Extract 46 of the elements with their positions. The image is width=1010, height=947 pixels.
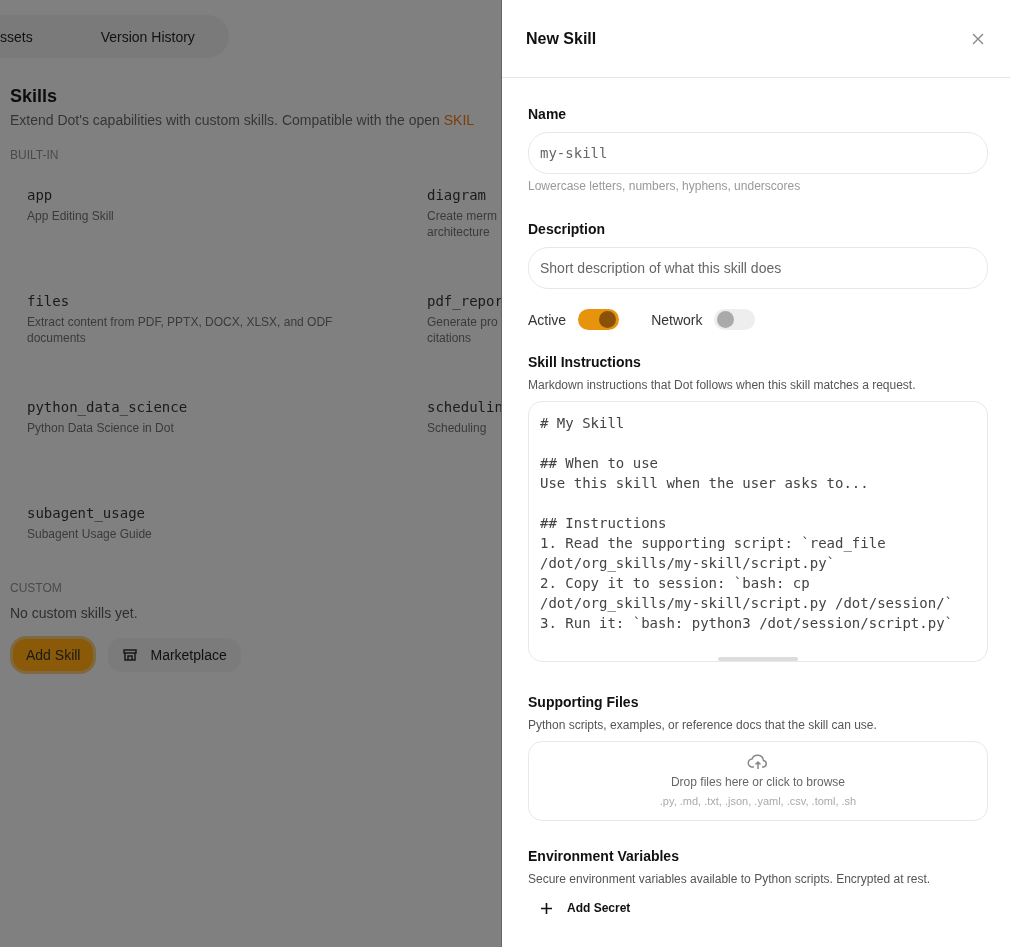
scrollbar[interactable] bbox=[718, 657, 798, 661]
page-title: Skills bbox=[10, 86, 59, 107]
toggle-switch[interactable] bbox=[578, 309, 620, 330]
section-hint: Secure environment variables available to Python scripts. Encrypted at rest. bbox=[528, 872, 932, 886]
skill-name[interactable]: diagram bbox=[427, 187, 501, 203]
skill-name[interactable]: schedulin bbox=[427, 399, 501, 415]
tab[interactable]: Version History bbox=[66, 28, 229, 45]
file-formats: .py, .md, .txt, .json, .yaml, .csv, .toml, .sh bbox=[659, 795, 857, 807]
skill-description: Subagent Usage Guide bbox=[27, 526, 153, 542]
add-secret-button[interactable]: Add Secret bbox=[541, 901, 631, 915]
add-skill-button[interactable]: Add Skill bbox=[10, 636, 97, 674]
dropzone-text: Drop files here or click to browse bbox=[670, 775, 846, 789]
skill-name[interactable]: files bbox=[27, 293, 410, 309]
section-hint: Python scripts, examples, or reference docs that the skill can use. bbox=[528, 718, 878, 732]
section-hint: Markdown instructions that Dot follows when this skill matches a request. bbox=[528, 378, 917, 392]
toggle-label: Network bbox=[651, 311, 703, 328]
storefront-icon bbox=[122, 647, 139, 663]
close-icon bbox=[972, 32, 984, 45]
field-hint: Lowercase letters, numbers, hyphens, underscores bbox=[528, 179, 802, 193]
skill-description: Generate pro citations bbox=[427, 314, 499, 346]
skill-description: Scheduling bbox=[427, 420, 488, 436]
field-label: Name bbox=[528, 106, 568, 122]
file-dropzone[interactable]: Drop files here or click to browse .py, .md, .txt, .json, .yaml, .csv, .toml, .sh bbox=[528, 741, 988, 821]
skill-name[interactable]: app bbox=[27, 187, 410, 203]
drawer-title: New Skill bbox=[526, 29, 597, 48]
skill-name[interactable]: subagent_usage bbox=[27, 505, 410, 521]
skill-description: App Editing Skill bbox=[27, 208, 115, 224]
skill-name[interactable]: python_data_science bbox=[27, 399, 410, 415]
section-label: Skill Instructions bbox=[528, 354, 642, 370]
input-field[interactable]: my-skill bbox=[528, 132, 988, 174]
plus-icon bbox=[541, 902, 552, 914]
skill-description: Create merm architecture bbox=[427, 208, 498, 240]
instructions-editor[interactable]: # My Skill ## When to use Use this skill when the user asks to... ## Instructions 1. Read the supporting script: `read_file /dot/org_skills/my-skill/script.py` 2. Copy it to session: `bash: cp /dot/org_skills/my-skill/script.py /dot/session/` 3. Run it: `bash: python3 /dot/session/script.py` bbox=[528, 401, 988, 662]
cloud-upload-icon bbox=[747, 753, 769, 771]
empty-message: No custom skills yet. bbox=[10, 605, 139, 621]
page-description: Extend Dot's capabilities with custom skills. Compatible with the open SKIL bbox=[10, 112, 476, 128]
input-field[interactable]: Short description of what this skill does bbox=[528, 247, 988, 289]
toggle-switch[interactable] bbox=[714, 309, 756, 330]
toggle-label: Active bbox=[528, 311, 567, 328]
marketplace-button[interactable]: Marketplace bbox=[108, 638, 241, 672]
section-label: Supporting Files bbox=[528, 694, 640, 710]
section-label: Environment Variables bbox=[528, 848, 680, 864]
skill-description: Extract content from PDF, PPTX, DOCX, XLSX, and ODF documents bbox=[27, 314, 334, 346]
skill-description: Python Data Science in Dot bbox=[27, 420, 175, 436]
field-label: Description bbox=[528, 221, 606, 237]
tab[interactable]: ssets bbox=[0, 28, 67, 45]
